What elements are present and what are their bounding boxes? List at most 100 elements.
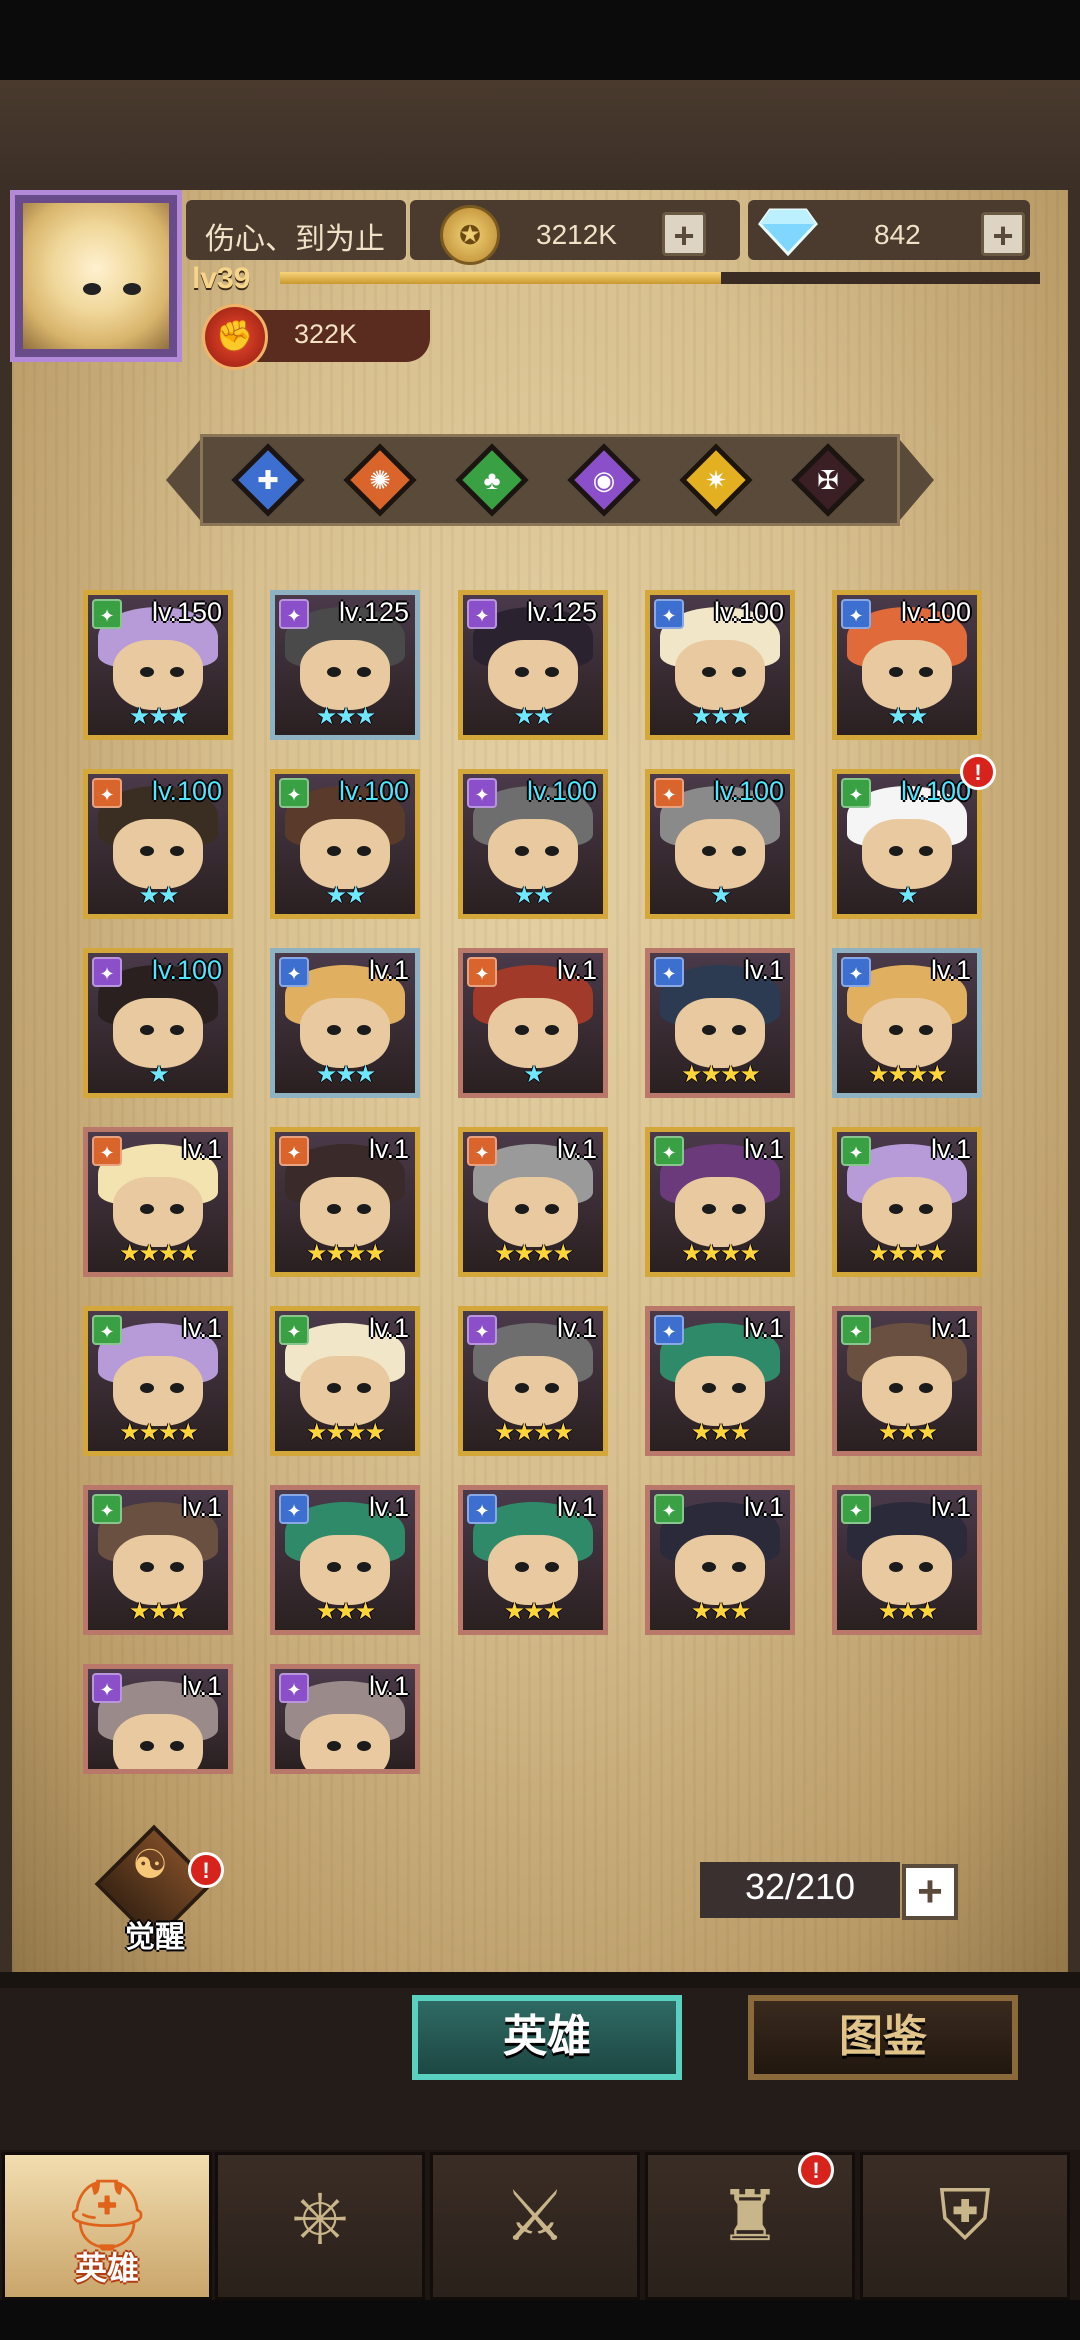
faction-badge-icon: ✦ (841, 1136, 871, 1166)
hero-level: lv.100 (151, 955, 222, 985)
hero-face (675, 1535, 765, 1605)
hero-stars: ★★★ (690, 703, 752, 730)
hero-card[interactable]: ✦ lv.1 ★★★★ (458, 1127, 608, 1277)
hero-eye (170, 1025, 184, 1035)
hero-eye (357, 846, 371, 856)
hero-level: lv.1 (368, 1134, 409, 1164)
expand-slots-button[interactable]: + (902, 1864, 958, 1920)
hero-alert-badge: ! (960, 754, 996, 790)
nav-guild[interactable]: ⛨ (860, 2152, 1070, 2300)
hero-card[interactable]: ✦ lv.1 ★★★★ (83, 1127, 233, 1277)
hero-card[interactable]: ✦ lv.150 ★★★ (83, 590, 233, 740)
hero-card[interactable]: ✦ lv.1 ★★★ (270, 1485, 420, 1635)
filter-blue-faction[interactable]: ✚ (230, 442, 306, 518)
filter-green-faction[interactable]: ♣ (454, 442, 530, 518)
hero-card[interactable]: ✦ lv.100 ★★ (83, 769, 233, 919)
faction-badge-icon: ✦ (92, 1673, 122, 1703)
hero-face (862, 1356, 952, 1426)
hero-eye (732, 667, 746, 677)
hero-card[interactable]: ✦ lv.1 ★★★ (83, 1485, 233, 1635)
hero-card[interactable]: ✦ lv.1 ★★★★ (270, 1306, 420, 1456)
hero-card[interactable]: ✦ lv.1 ★★★ (645, 1485, 795, 1635)
hero-eye (545, 1204, 559, 1214)
hero-card[interactable]: ✦ lv.1 (270, 1664, 420, 1774)
hero-level: lv.1 (930, 1134, 971, 1164)
hero-eye (545, 667, 559, 677)
filter-purple-faction[interactable]: ◉ (566, 442, 642, 518)
hero-card[interactable]: ✦ lv.100 ★★ (270, 769, 420, 919)
hero-card[interactable]: ✦ lv.100 ★★ (458, 769, 608, 919)
hero-level: lv.1 (181, 1671, 222, 1701)
hero-eye (170, 846, 184, 856)
hero-eye (515, 1204, 529, 1214)
hero-card[interactable]: ✦ lv.125 ★★★ (270, 590, 420, 740)
hero-face (488, 998, 578, 1068)
hero-card[interactable]: ✦ lv.125 ★★ (458, 590, 608, 740)
hero-eye (919, 1562, 933, 1572)
hero-eye (327, 667, 341, 677)
player-avatar[interactable] (10, 190, 182, 362)
hero-card[interactable]: ✦ lv.100 ★ (645, 769, 795, 919)
hero-card[interactable]: ✦ lv.1 ★★★ (645, 1306, 795, 1456)
hero-stars: ★★ (513, 703, 554, 730)
faction-badge-icon: ✦ (467, 1315, 497, 1345)
hero-face (113, 1356, 203, 1426)
hero-card[interactable]: ✦ lv.1 ★★★★ (458, 1306, 608, 1456)
hero-card[interactable]: ✦ lv.1 ★★★★ (645, 948, 795, 1098)
avatar-eye (123, 283, 141, 295)
filter-dark-faction[interactable]: ✠ (790, 442, 866, 518)
tab-codex[interactable]: 图鉴 (748, 1995, 1018, 2080)
hero-card[interactable]: ✦ lv.100 ★★ (832, 590, 982, 740)
hero-card[interactable]: ✦ lv.1 ★★★ (270, 948, 420, 1098)
hero-card[interactable]: ✦ lv.1 (83, 1664, 233, 1774)
hero-eye (515, 1383, 529, 1393)
filter-gold-faction[interactable]: ✷ (678, 442, 754, 518)
hero-face (488, 1535, 578, 1605)
nav-heroes[interactable]: ⛑ 英雄 (2, 2152, 212, 2300)
hero-stars: ★★★ (315, 1061, 377, 1088)
hero-card[interactable]: ✦ lv.1 ★★★★ (270, 1127, 420, 1277)
hero-card[interactable]: ✦ lv.1 ★★★★ (645, 1127, 795, 1277)
fist-icon: ✊ (202, 304, 268, 370)
hero-card[interactable]: ✦ lv.100 ★ (832, 769, 982, 919)
hero-card[interactable]: ✦ lv.1 ★★★★ (83, 1306, 233, 1456)
add-gems-button[interactable]: + (981, 212, 1025, 256)
hero-stars: ★★ (887, 703, 928, 730)
nav-adventure[interactable]: ⎈ (215, 2152, 425, 2300)
hero-level: lv.1 (368, 1492, 409, 1522)
faction-badge-icon: ✦ (841, 1494, 871, 1524)
tab-heroes[interactable]: 英雄 (412, 1995, 682, 2080)
hero-eye (545, 846, 559, 856)
hero-stars: ★ (710, 882, 732, 909)
hero-eye (327, 1025, 341, 1035)
orange-faction-icon: ✺ (369, 465, 391, 495)
hero-stars: ★★★ (877, 1419, 939, 1446)
hero-stars: ★★★★ (305, 1419, 386, 1446)
hero-card[interactable]: ✦ lv.1 ★★★ (832, 1306, 982, 1456)
player-name: 伤心、到为止 (205, 223, 385, 256)
hero-eye (702, 667, 716, 677)
nav-battle[interactable]: ⚔ (430, 2152, 640, 2300)
hero-card[interactable]: ✦ lv.1 ★ (458, 948, 608, 1098)
hero-stars: ★ (148, 1061, 170, 1088)
faction-badge-icon: ✦ (841, 599, 871, 629)
faction-badge-icon: ✦ (279, 1494, 309, 1524)
add-coins-button[interactable]: + (662, 212, 706, 256)
hero-level: lv.1 (743, 1313, 784, 1343)
hero-eye (515, 1025, 529, 1035)
filter-orange-faction[interactable]: ✺ (342, 442, 418, 518)
hero-card[interactable]: ✦ lv.1 ★★★★ (832, 1127, 982, 1277)
hero-eye (140, 846, 154, 856)
band-edge (0, 1972, 1080, 1988)
hero-eye (889, 1562, 903, 1572)
hero-face (300, 1714, 390, 1769)
hero-card[interactable]: ✦ lv.1 ★★★ (458, 1485, 608, 1635)
hero-face (300, 640, 390, 710)
hero-card[interactable]: ✦ lv.1 ★★★★ (832, 948, 982, 1098)
hero-card[interactable]: ✦ lv.100 ★ (83, 948, 233, 1098)
hero-card[interactable]: ✦ lv.100 ★★★ (645, 590, 795, 740)
hero-face (488, 1356, 578, 1426)
hero-card[interactable]: ✦ lv.1 ★★★ (832, 1485, 982, 1635)
hero-eye (357, 1025, 371, 1035)
hero-face (862, 640, 952, 710)
